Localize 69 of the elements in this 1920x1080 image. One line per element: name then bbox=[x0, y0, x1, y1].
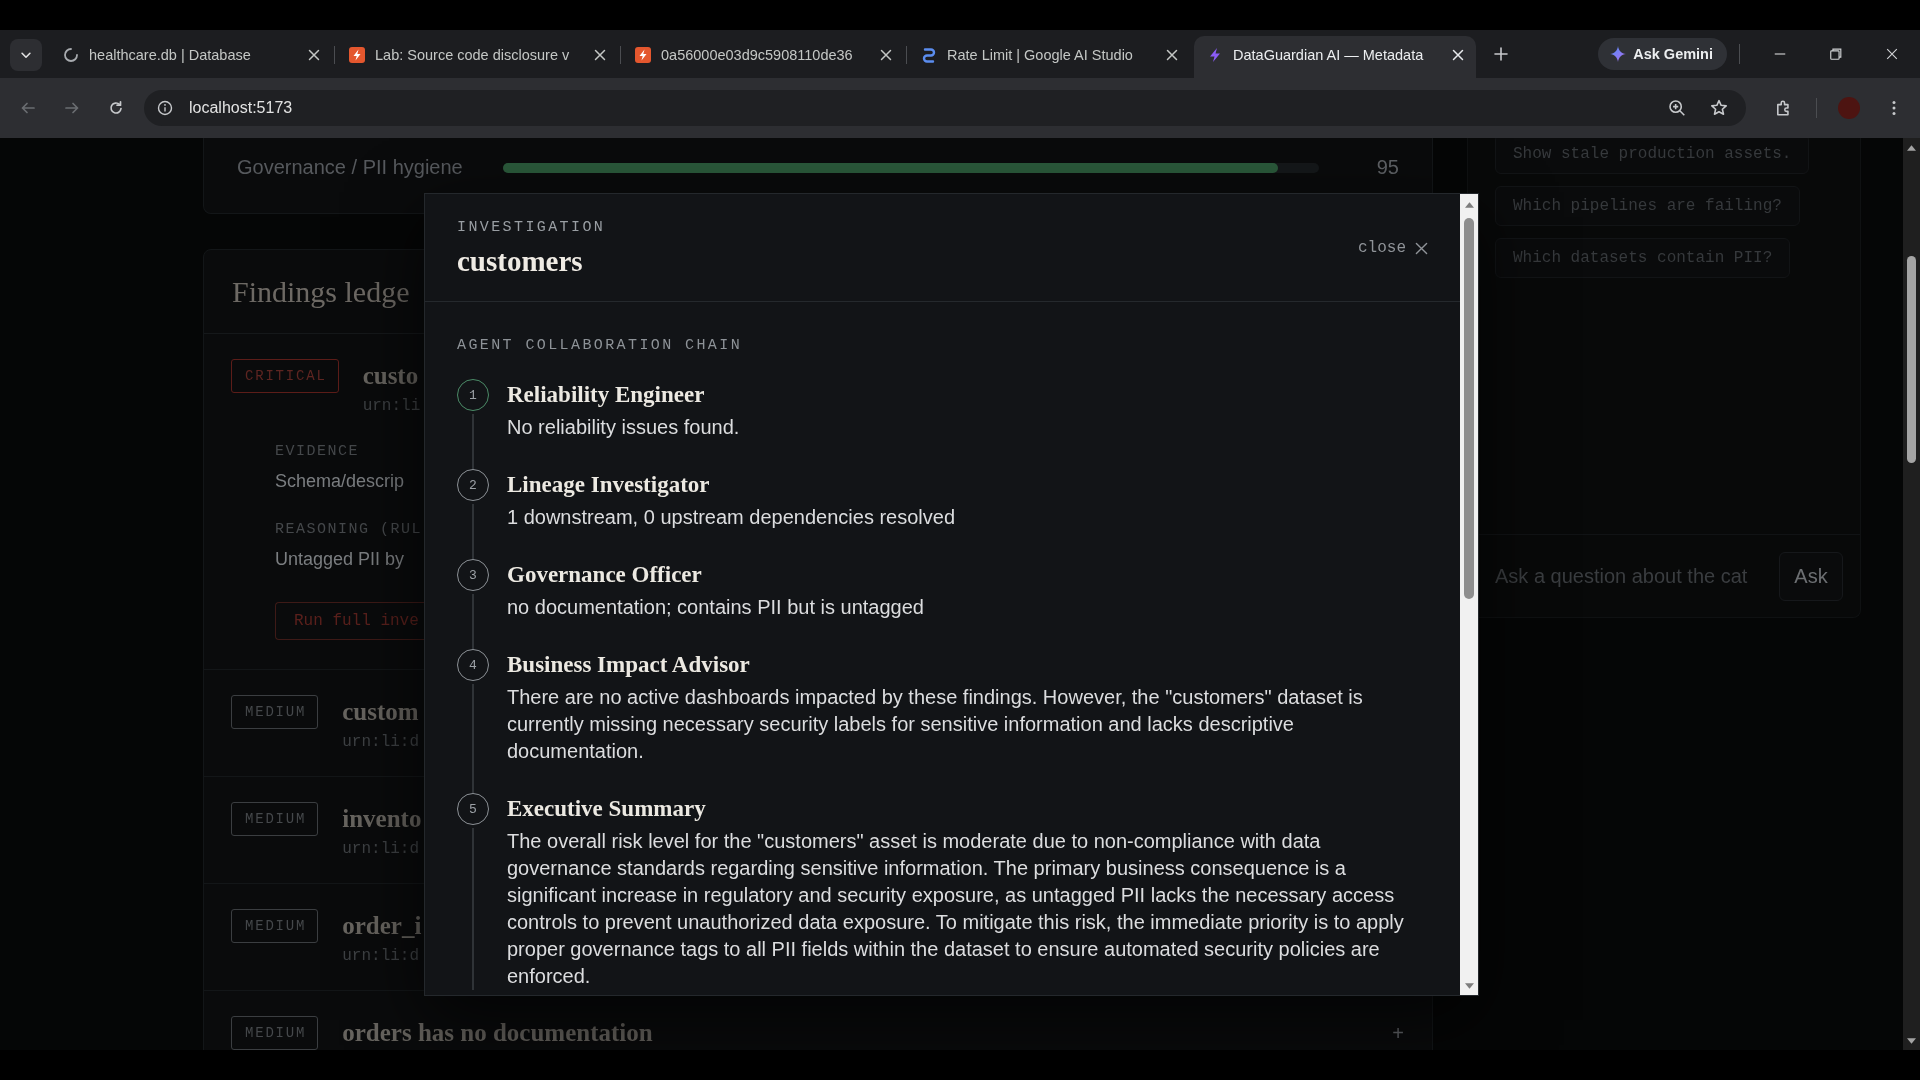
severity-badge: MEDIUM bbox=[231, 695, 319, 729]
ask-gemini-button[interactable]: Ask Gemini bbox=[1598, 38, 1727, 70]
timeline-connector bbox=[472, 504, 474, 559]
browser-tab[interactable]: Lab: Source code disclosure v bbox=[336, 36, 618, 78]
zoom-in-icon[interactable] bbox=[1668, 99, 1686, 117]
metric-label: Governance / PII hygiene bbox=[237, 156, 463, 179]
swirl-icon bbox=[921, 47, 937, 63]
evidence-text: Schema/descrip bbox=[275, 470, 405, 493]
tab-search-button[interactable] bbox=[10, 39, 42, 71]
scroll-down-arrow-icon[interactable] bbox=[1907, 1038, 1916, 1044]
finding-title: orders has no documentation bbox=[342, 1018, 653, 1048]
scroll-up-arrow-icon[interactable] bbox=[1907, 145, 1916, 151]
star-icon[interactable] bbox=[1710, 99, 1728, 117]
eyebrow-label: INVESTIGATION bbox=[457, 218, 606, 238]
close-icon[interactable] bbox=[594, 49, 606, 61]
address-bar[interactable]: localhost:5173 bbox=[144, 90, 1746, 126]
close-icon[interactable] bbox=[1166, 49, 1178, 61]
finding-title: custo bbox=[362, 361, 419, 391]
severity-badge: MEDIUM bbox=[231, 909, 319, 943]
finding-title: custom bbox=[342, 697, 419, 727]
step-title: Reliability Engineer bbox=[507, 381, 705, 409]
restore-icon[interactable] bbox=[1829, 47, 1843, 61]
sparkle-icon bbox=[1610, 46, 1627, 62]
step-text: There are no active dashboards impacted by these findings. However, the "customers" dataset is currently missing necessary security labels for sensitive information and lacks descriptive documentation. bbox=[507, 685, 1364, 764]
dialog-title: customers bbox=[457, 244, 583, 278]
close-icon[interactable] bbox=[308, 49, 320, 61]
section-label: AGENT COLLABORATION CHAIN bbox=[457, 336, 743, 356]
scrollbar-thumb[interactable] bbox=[1907, 256, 1916, 463]
step-title: Governance Officer bbox=[507, 561, 702, 589]
metric-value: 95 bbox=[1376, 156, 1399, 179]
step-text: No reliability issues found. bbox=[507, 415, 740, 440]
bolt-tile-icon bbox=[349, 47, 365, 63]
reload-icon[interactable] bbox=[108, 100, 124, 116]
scrollbar-track[interactable] bbox=[1460, 194, 1478, 995]
step-text: 1 downstream, 0 upstream dependencies resolved bbox=[507, 505, 956, 530]
close-icon[interactable] bbox=[1885, 47, 1899, 61]
spinner-icon bbox=[63, 47, 79, 63]
scroll-up-arrow-icon[interactable] bbox=[1464, 202, 1474, 208]
scrollbar-track[interactable] bbox=[1903, 138, 1920, 1050]
severity-badge: MEDIUM bbox=[231, 1016, 319, 1050]
plus-icon[interactable] bbox=[1493, 46, 1509, 62]
severity-badge: CRITICAL bbox=[231, 359, 339, 393]
reasoning-label: REASONING (RUL bbox=[275, 520, 423, 540]
step-title: Lineage Investigator bbox=[507, 471, 710, 499]
evidence-label: EVIDENCE bbox=[275, 442, 359, 462]
menu-icon[interactable] bbox=[1892, 100, 1896, 116]
reasoning-text: Untagged PII by bbox=[275, 548, 405, 571]
step-title: Executive Summary bbox=[507, 795, 706, 823]
timeline-connector bbox=[472, 414, 474, 469]
browser-tab[interactable]: 0a56000e03d9c5908110de36 bbox=[622, 36, 904, 78]
close-icon[interactable] bbox=[1415, 241, 1428, 255]
scrollbar-thumb[interactable] bbox=[1464, 218, 1474, 599]
step-title: Business Impact Advisor bbox=[507, 651, 750, 679]
close-button[interactable]: close bbox=[1358, 239, 1428, 257]
close-icon[interactable] bbox=[880, 49, 892, 61]
findings-title: Findings ledge bbox=[232, 274, 410, 309]
severity-badge: MEDIUM bbox=[231, 802, 319, 836]
step-text: The overall risk level for the "customers" asset is moderate due to non-compliance with data governance standards regarding sensitive information. The primary business consequence is a significant increase in regulatory and security exposure, as untagged PII lacks the necessary access controls to prevent unauthorized data exposure. To mitigate this risk, the immediate priority is to apply proper governance tags to all PII fields within the dataset to ensure automated security policies are enforced. bbox=[507, 829, 1405, 989]
bolt-tile-icon bbox=[635, 47, 651, 63]
timeline-connector bbox=[472, 594, 474, 649]
finding-title: invento bbox=[342, 804, 422, 834]
browser-tab[interactable]: DataGuardian AI — Metadata bbox=[1194, 36, 1476, 78]
browser-tab[interactable]: Rate Limit | Google AI Studio bbox=[908, 36, 1190, 78]
scroll-down-arrow-icon[interactable] bbox=[1464, 983, 1474, 989]
finding-title: order_i bbox=[342, 911, 422, 941]
step-text: no documentation; contains PII but is untagged bbox=[507, 595, 924, 620]
ask-button[interactable]: Ask bbox=[1779, 551, 1843, 601]
info-icon[interactable] bbox=[157, 100, 173, 116]
browser-tab[interactable]: healthcare.db | Database bbox=[50, 36, 332, 78]
